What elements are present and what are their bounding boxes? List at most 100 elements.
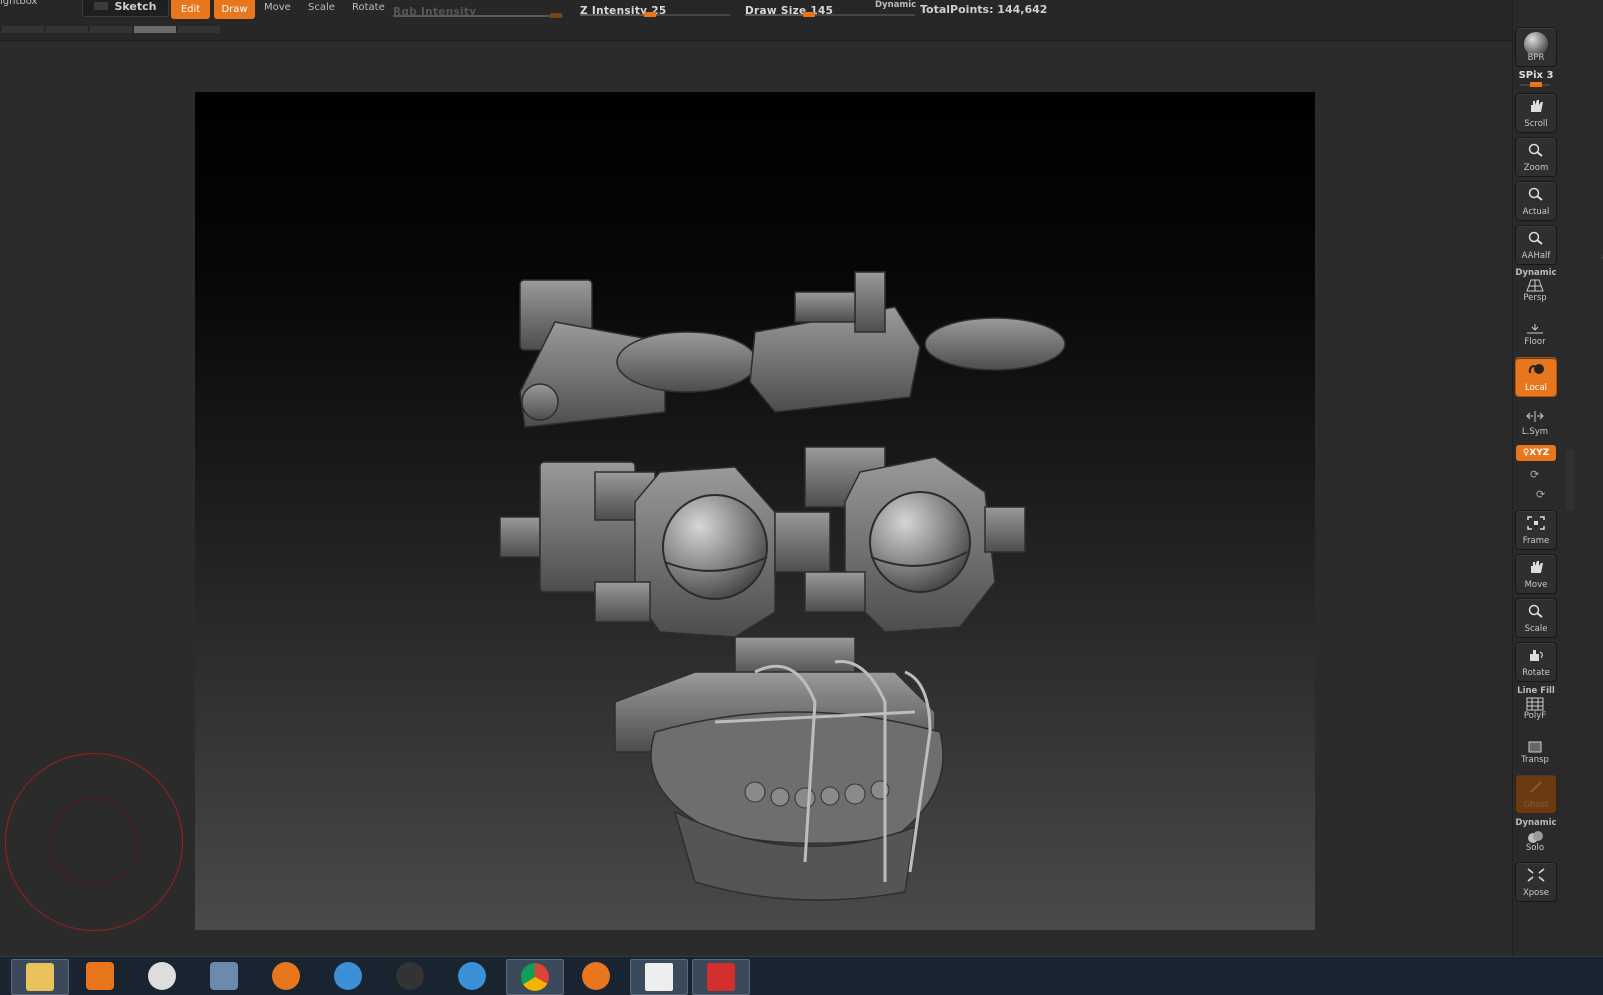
xpose-button[interactable]: Xpose xyxy=(1515,862,1557,902)
grid-perspective-icon xyxy=(1526,279,1544,292)
rotate-label: Rotate xyxy=(1522,668,1550,678)
sketch-button[interactable]: Sketch xyxy=(82,0,169,17)
taskbar-image-app[interactable] xyxy=(196,959,252,993)
subtab-active[interactable] xyxy=(134,26,176,33)
zoom-label: Zoom xyxy=(1523,163,1549,173)
file-explorer-icon xyxy=(26,963,54,991)
symmetry-icon xyxy=(1526,411,1544,422)
sketch-icon xyxy=(94,2,109,10)
brush-cursor-inner xyxy=(50,798,138,886)
taskbar-steam[interactable] xyxy=(134,959,190,993)
actual-label: Actual xyxy=(1522,207,1550,217)
dynamic-toggle[interactable]: Dynamic xyxy=(875,0,916,10)
keyshot-icon xyxy=(334,962,362,990)
magnifier-icon xyxy=(1528,187,1543,201)
floor-icon xyxy=(1527,324,1543,334)
move-button[interactable]: Move xyxy=(1515,554,1557,594)
xyz-rotation-toggle[interactable]: ♀XYZ xyxy=(1516,445,1556,461)
lsym-button[interactable]: L.Sym xyxy=(1515,402,1555,440)
transparency-icon xyxy=(1528,741,1542,753)
subtab[interactable] xyxy=(2,26,44,33)
rotate-y-icon[interactable]: ⟳ xyxy=(1530,468,1539,481)
lightbox-button[interactable]: ightbox xyxy=(0,0,37,7)
magnifier-icon xyxy=(1528,143,1543,157)
polyf-button[interactable]: PolyF xyxy=(1515,686,1555,724)
actual-button[interactable]: Actual xyxy=(1515,181,1557,221)
taskbar-keyshot[interactable] xyxy=(320,959,376,993)
scroll-button[interactable]: Scroll xyxy=(1515,93,1557,133)
taskbar-zbrush[interactable] xyxy=(630,959,688,995)
magnifier-icon xyxy=(1528,231,1543,245)
solo-button[interactable]: Solo xyxy=(1515,818,1555,856)
subtab[interactable] xyxy=(178,26,220,33)
frame-label: Frame xyxy=(1522,536,1550,546)
zoom-button[interactable]: Zoom xyxy=(1515,137,1557,177)
ghost-icon xyxy=(1530,781,1542,793)
solo-label: Solo xyxy=(1525,843,1545,853)
frame-icon xyxy=(1527,516,1545,530)
magnifier-icon xyxy=(1528,604,1543,618)
ghost-label: Ghost xyxy=(1523,800,1549,810)
transp-label: Transp xyxy=(1521,755,1549,765)
spix-knob[interactable] xyxy=(1530,82,1542,87)
chrome-icon xyxy=(521,963,549,991)
move-label: Move xyxy=(1524,580,1548,590)
taskbar-blender[interactable] xyxy=(258,959,314,993)
side-panel-tab[interactable] xyxy=(1565,450,1575,510)
transp-button[interactable]: Transp xyxy=(1515,730,1555,768)
sketch-label: Sketch xyxy=(114,0,157,13)
blender-icon xyxy=(272,962,300,990)
scale-button[interactable]: Scale xyxy=(308,2,335,13)
taskbar-firefox[interactable] xyxy=(568,959,624,993)
lsym-label: L.Sym xyxy=(1521,427,1549,437)
subtab[interactable] xyxy=(90,26,132,33)
scale-label: Scale xyxy=(1524,624,1548,634)
bpr-button[interactable]: BPR xyxy=(1515,27,1557,67)
image-app-icon xyxy=(210,962,238,990)
ghost-button[interactable]: Ghost xyxy=(1515,774,1557,814)
brush-app-icon xyxy=(396,962,424,990)
taskbar xyxy=(0,956,1603,995)
hand-icon xyxy=(1531,100,1543,112)
rgb-intensity-slider[interactable]: Rgb Intensity xyxy=(393,0,563,18)
keyshot-icon xyxy=(458,962,486,990)
local-button[interactable]: Local xyxy=(1515,357,1557,397)
draw-label: Draw xyxy=(221,4,248,15)
3d-model-render[interactable] xyxy=(195,92,1315,930)
move-button[interactable]: Move xyxy=(264,2,291,13)
persp-label: Persp xyxy=(1523,293,1547,303)
firefox-icon xyxy=(582,962,610,990)
taskbar-brush-app[interactable] xyxy=(382,959,438,993)
z-intensity-slider[interactable]: Z Intensity 25 xyxy=(580,0,730,17)
aahalf-button[interactable]: AAHalf xyxy=(1515,225,1557,265)
palette-subtabs[interactable] xyxy=(2,26,220,33)
document-canvas[interactable] xyxy=(195,92,1315,930)
edit-button[interactable]: Edit xyxy=(171,0,210,19)
xpose-icon xyxy=(1527,868,1545,882)
rotate-button[interactable]: Rotate xyxy=(1515,642,1557,682)
z-intensity-knob[interactable] xyxy=(644,12,656,17)
xpose-label: Xpose xyxy=(1522,888,1550,898)
persp-button[interactable]: Persp xyxy=(1515,268,1555,306)
rotate-hand-icon xyxy=(1530,650,1543,661)
local-label: Local xyxy=(1524,383,1548,393)
taskbar-file-explorer[interactable] xyxy=(11,959,69,995)
zbrush-icon xyxy=(645,963,673,991)
draw-button[interactable]: Draw xyxy=(214,0,255,19)
rotate-button[interactable]: Rotate xyxy=(352,2,385,13)
taskbar-keyshot-2[interactable] xyxy=(444,959,500,993)
taskbar-chrome[interactable] xyxy=(506,959,564,995)
shelf-scrollbar[interactable] xyxy=(1598,0,1603,260)
draw-size-knob[interactable] xyxy=(803,12,815,17)
taskbar-media-player[interactable] xyxy=(72,959,128,993)
scale-button[interactable]: Scale xyxy=(1515,598,1557,638)
hand-icon xyxy=(1531,561,1543,573)
frame-button[interactable]: Frame xyxy=(1515,510,1557,550)
rgb-intensity-knob[interactable] xyxy=(550,13,562,18)
subtab[interactable] xyxy=(46,26,88,33)
rotate-z-icon[interactable]: ⟳ xyxy=(1536,488,1545,501)
bpr-label: BPR xyxy=(1527,53,1545,63)
taskbar-sketchup[interactable] xyxy=(692,959,750,995)
floor-label: Floor xyxy=(1524,337,1546,347)
floor-button[interactable]: Floor xyxy=(1515,312,1555,350)
